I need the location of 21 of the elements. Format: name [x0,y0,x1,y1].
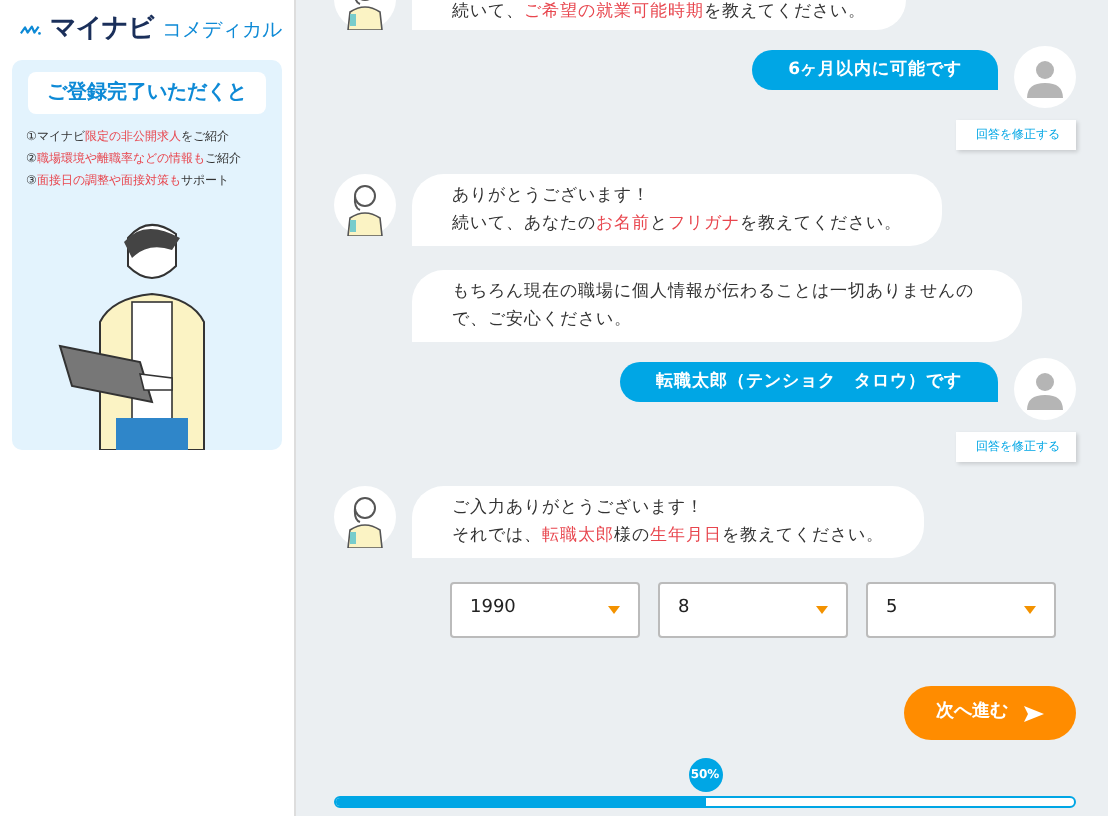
logo-service: コメディカル [162,17,282,45]
assistant-message: 続いて、ご希望の就業可能時期 を教えてください。 [412,0,906,30]
assistant-avatar-icon [334,486,396,548]
assistant-avatar-icon [334,174,396,236]
user-reply-message: 6ヶ月以内に可能です [752,50,998,90]
birthdate-select[interactable]: 5 [866,582,1056,638]
dropdown-caret-icon [608,606,620,614]
assistant-message: ご入力ありがとうございます！ それでは、転職太郎様の生年月日 を教えてください。 [412,486,924,558]
assistant-message: ありがとうございます！ 続いて、あなたのお名前 と フリガナ を教えてください。 [412,174,942,246]
user-avatar-icon [1014,358,1076,420]
assistant-avatar-icon [334,0,396,30]
banner-title: ご登録完了いただくと [28,72,266,114]
dropdown-caret-icon [1024,606,1036,614]
dropdown-caret-icon [816,606,828,614]
birthdate-select[interactable]: 8 [658,582,848,638]
send-arrow-icon [1024,705,1044,721]
birthdate-select[interactable]: 1990 [450,582,640,638]
user-avatar-icon [1014,46,1076,108]
logo-brand: マイナビ [50,12,154,49]
assistant-message: もちろん現在の職場に個人情報が伝わることは一切ありませんので、ご安心ください。 [412,270,1022,342]
user-reply-message: 転職太郎（テンショク タロウ）です [620,362,998,402]
